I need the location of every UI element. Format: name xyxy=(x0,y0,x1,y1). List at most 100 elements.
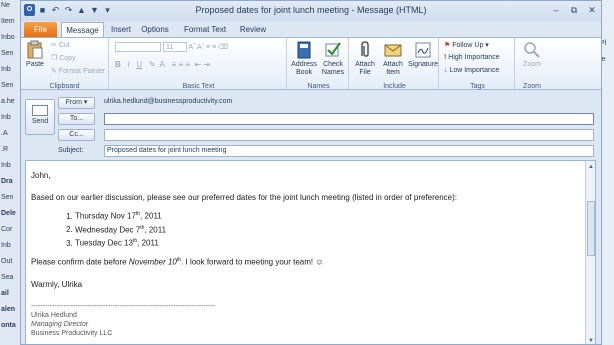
paste-button[interactable]: Paste xyxy=(23,40,47,69)
check-names-button[interactable]: Check Names xyxy=(319,40,347,77)
align-right-icon[interactable]: ≡ xyxy=(185,60,190,69)
check-names-icon xyxy=(325,42,341,57)
paste-label: Paste xyxy=(26,61,44,68)
tab-options[interactable]: Options xyxy=(139,22,171,37)
font-controls: 11 Aˆ Aˇ ≡ ≡ ⌫ xyxy=(115,42,228,52)
font-size-box[interactable]: 11 xyxy=(162,42,187,52)
zoom-group-label: Zoom xyxy=(523,83,541,90)
background-folder-item: .R xyxy=(1,146,8,153)
scroll-thumb[interactable] xyxy=(587,201,595,256)
paste-icon xyxy=(27,40,43,59)
background-folder-item: onta xyxy=(1,322,16,329)
increase-indent-icon[interactable]: ⇥ xyxy=(203,60,210,69)
high-importance-button[interactable]: ! High Importance xyxy=(444,54,500,61)
shrink-font-icon[interactable]: Aˇ xyxy=(197,44,204,51)
signature-button[interactable]: Signature xyxy=(408,40,438,69)
list-item: Thursday Nov 17th, 2011 xyxy=(75,209,457,222)
low-importance-button[interactable]: ↓ Low Importance xyxy=(444,67,499,74)
send-icon xyxy=(32,105,48,116)
font-color-icon[interactable]: A xyxy=(160,60,165,69)
copy-label: Copy xyxy=(59,55,76,62)
names-group-label: Names xyxy=(307,83,330,90)
font-name-box[interactable] xyxy=(115,42,161,52)
align-center-icon[interactable]: ≡ xyxy=(178,60,183,69)
copy-button[interactable]: ❐ Copy xyxy=(51,54,76,62)
magnifier-icon xyxy=(524,42,540,58)
clear-format-icon[interactable]: ⌫ xyxy=(218,44,228,51)
zoom-label: Zoom xyxy=(523,61,541,68)
background-folder-item: Out xyxy=(1,258,13,265)
attach-item-label: Attach Item xyxy=(383,61,403,76)
address-book-button[interactable]: Address Book xyxy=(290,40,318,77)
bold-icon[interactable]: B xyxy=(115,60,121,69)
include-group: Attach File Attach Item Signature Includ… xyxy=(351,38,439,91)
attach-item-button[interactable]: Attach Item xyxy=(379,40,407,77)
cc-field[interactable] xyxy=(104,129,594,141)
tab-insert[interactable]: Insert xyxy=(108,22,134,37)
format-painter-button[interactable]: ✎ Format Painter xyxy=(51,67,105,75)
copy-icon: ❐ xyxy=(51,55,58,62)
zoom-button[interactable]: Zoom xyxy=(519,40,545,69)
tab-message[interactable]: Message xyxy=(61,22,104,37)
format-painter-icon: ✎ xyxy=(51,68,57,75)
minimize-icon[interactable]: – xyxy=(549,3,563,17)
message-body[interactable]: John, Based on our earlier discussion, p… xyxy=(25,160,596,344)
from-value: ulrika.hedlund@businessproductivity.com xyxy=(104,98,233,105)
align-left-icon[interactable]: ≡ xyxy=(172,60,177,69)
attach-item-icon xyxy=(384,44,402,57)
signature-title: Managing Director xyxy=(31,320,89,328)
subject-label: Subject: xyxy=(58,147,84,154)
list-item: Wednesday Dec 7th, 2011 xyxy=(75,223,457,236)
flag-icon: ⚑ xyxy=(444,42,451,49)
scroll-up-icon[interactable]: ▲ xyxy=(587,163,595,171)
zoom-group: Zoom Zoom xyxy=(517,38,547,91)
body-scrollbar[interactable]: ▲ ▼ xyxy=(585,161,595,344)
underline-icon[interactable]: U xyxy=(136,60,142,69)
background-folder-item: Dele xyxy=(1,210,16,217)
tab-file[interactable]: File xyxy=(24,22,57,37)
highlight-icon[interactable]: ✎ xyxy=(149,60,156,69)
background-folder-item: ail xyxy=(1,290,9,297)
format-painter-label: Format Painter xyxy=(58,68,106,75)
message-window: O ■ ↶ ↷ ▲ ▼ ▾ Proposed dates for joint l… xyxy=(20,0,602,345)
background-folder-item: Sen xyxy=(1,194,14,201)
background-folder-item: .A xyxy=(1,130,8,137)
decrease-indent-icon[interactable]: ⇤ xyxy=(194,60,201,69)
cut-icon: ✂ xyxy=(51,42,57,49)
confirm-paragraph: Please confirm date before November 10th… xyxy=(31,256,324,267)
restore-icon[interactable]: ⧉ xyxy=(567,3,581,17)
to-field[interactable] xyxy=(104,113,594,125)
attach-file-button[interactable]: Attach File xyxy=(352,40,378,77)
cut-button[interactable]: ✂ Cut xyxy=(51,41,70,49)
bullets-icon[interactable]: ≡ xyxy=(206,44,210,51)
message-header: Send From ▾ ulrika.hedlund@businessprodu… xyxy=(21,91,601,157)
cc-button[interactable]: Cc... xyxy=(58,129,95,141)
tab-format-text[interactable]: Format Text xyxy=(179,22,231,37)
tab-review[interactable]: Review xyxy=(237,22,269,37)
send-button[interactable]: Send xyxy=(25,99,55,135)
ribbon-tabs: File Message Insert Options Format Text … xyxy=(21,21,601,53)
basic-text-group: 11 Aˆ Aˇ ≡ ≡ ⌫ B I U ✎ A ≡ ≡ ≡ ⇤ ⇥ Basic… xyxy=(111,38,287,91)
close-icon[interactable]: ✕ xyxy=(585,3,599,17)
grow-font-icon[interactable]: Aˆ xyxy=(189,44,196,51)
follow-up-button[interactable]: ⚑ Follow Up ▾ xyxy=(444,41,489,49)
italic-icon[interactable]: I xyxy=(127,60,129,69)
to-button[interactable]: To... xyxy=(58,113,95,125)
paperclip-icon xyxy=(361,41,369,57)
numbering-icon[interactable]: ≡ xyxy=(212,44,216,51)
subject-field[interactable]: Proposed dates for joint lunch meeting xyxy=(104,145,594,157)
signature-company: Business Productivity LLC xyxy=(31,329,113,337)
from-button[interactable]: From ▾ xyxy=(58,97,95,109)
low-importance-label: Low Importance xyxy=(449,67,500,74)
tags-group: ⚑ Follow Up ▾ ! High Importance ↓ Low Im… xyxy=(441,38,515,91)
title-bar: O ■ ↶ ↷ ▲ ▼ ▾ Proposed dates for joint l… xyxy=(21,1,601,21)
clipboard-group: Paste ✂ Cut ❐ Copy ✎ Format Painter Clip… xyxy=(21,38,109,91)
signature-name: Ulrika Hedlund xyxy=(31,311,77,319)
signature-icon xyxy=(415,42,431,58)
intro-paragraph: Based on our earlier discussion, please … xyxy=(31,193,458,202)
background-folder-item: Inb xyxy=(1,66,11,73)
greeting: John, xyxy=(31,171,51,180)
send-label: Send xyxy=(31,118,49,125)
from-label: From xyxy=(65,99,82,106)
scroll-down-icon[interactable]: ▼ xyxy=(587,337,595,344)
